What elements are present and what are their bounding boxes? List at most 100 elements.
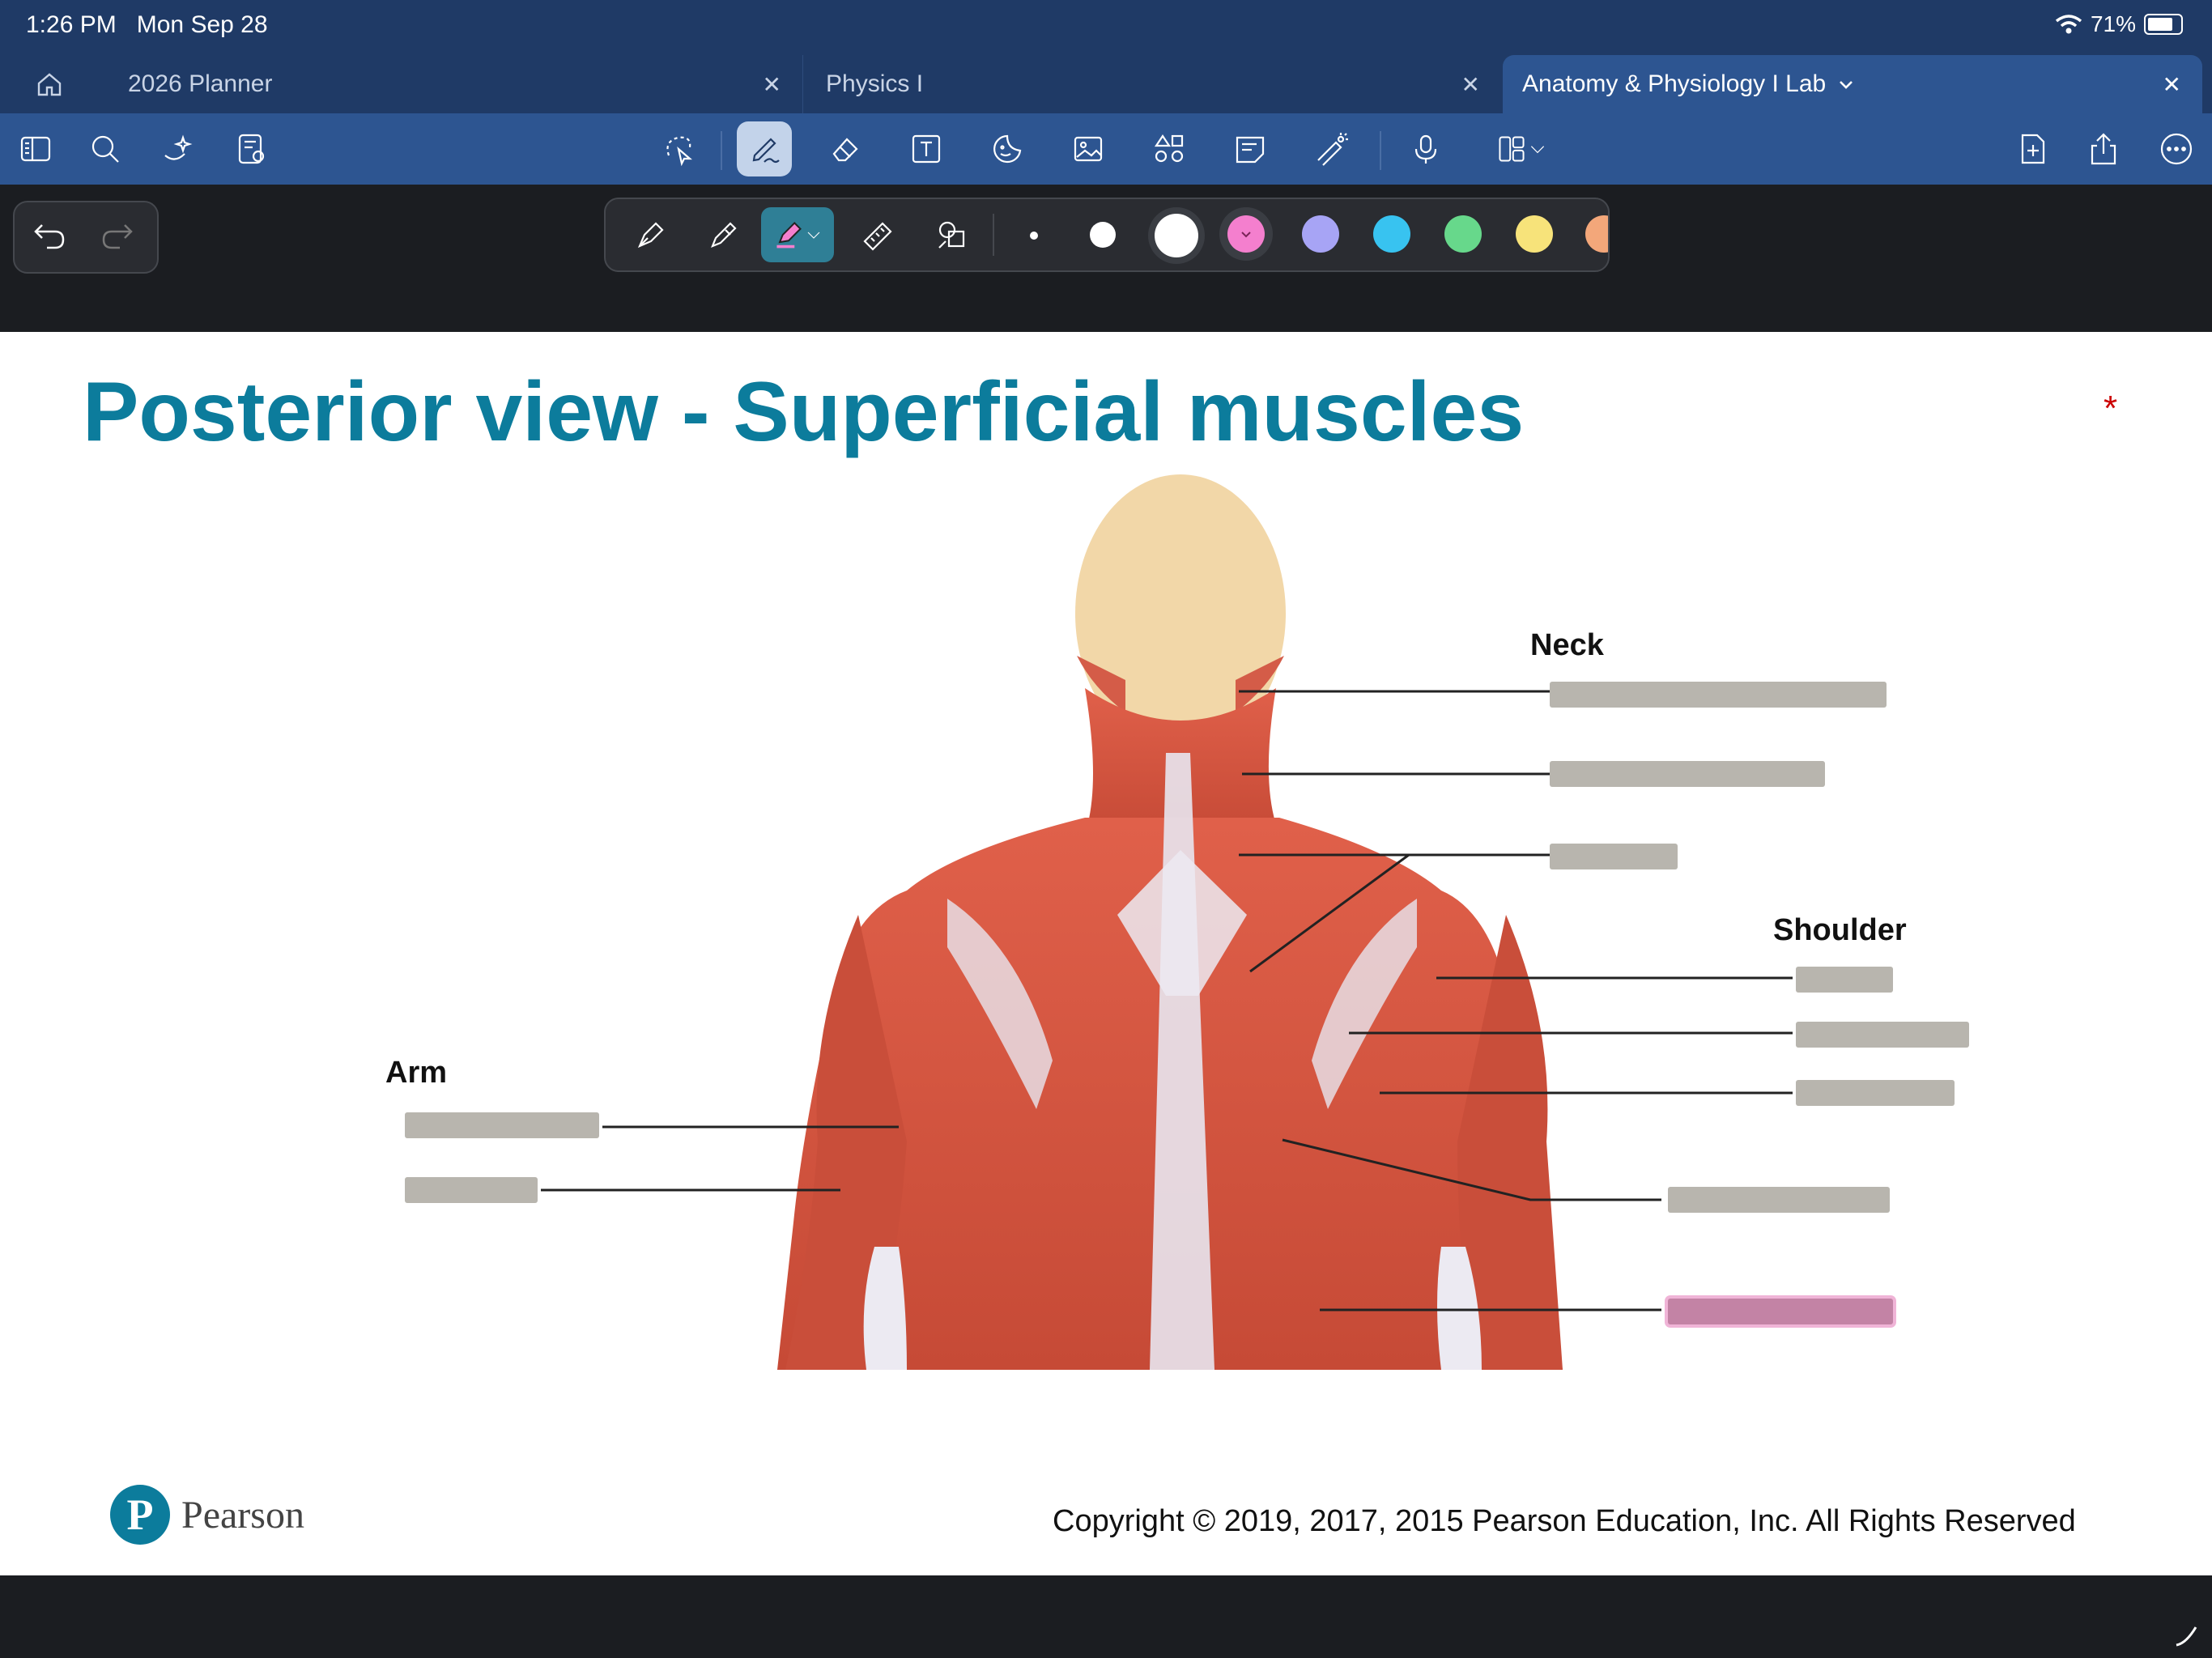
fountain-pen-button[interactable]: [623, 207, 678, 262]
lasso-icon: [666, 136, 692, 167]
undo-button[interactable]: [31, 217, 71, 257]
size-large-selected[interactable]: [1148, 207, 1205, 264]
shapes-icon: [1154, 134, 1184, 163]
more-button[interactable]: [2149, 121, 2204, 176]
size-medium[interactable]: [1090, 222, 1116, 248]
pearson-logo: P Pearson: [110, 1485, 304, 1545]
color-green[interactable]: [1444, 215, 1482, 253]
sticker-icon: [993, 134, 1022, 164]
tab-bar: 2026 Planner ✕ Physics I ✕ Anatomy & Phy…: [0, 52, 2212, 113]
more-tools-button[interactable]: [1485, 121, 1558, 176]
shape-tool-button[interactable]: [925, 207, 980, 262]
pen-options-area: [0, 185, 2212, 332]
tab-label: Anatomy & Physiology I Lab: [1522, 70, 1827, 97]
battery-percent: 71%: [2090, 11, 2136, 36]
highlighter-button[interactable]: [761, 207, 834, 262]
ball-pen-button[interactable]: [696, 207, 751, 262]
fountain-pen-icon: [637, 222, 664, 249]
chevron-down-icon[interactable]: [1837, 75, 1855, 93]
highlighter-icon: [776, 222, 802, 249]
undo-redo-group: [13, 201, 159, 274]
page-settings-button[interactable]: [223, 121, 279, 176]
add-page-button[interactable]: [2005, 121, 2060, 176]
slide-page[interactable]: Posterior view - Superficial muscles * N…: [0, 332, 2212, 1575]
sticky-note-button[interactable]: [1223, 121, 1278, 176]
home-icon: [37, 73, 62, 96]
close-icon[interactable]: ✕: [1461, 71, 1480, 98]
tab-label: 2026 Planner: [128, 70, 273, 97]
sidebar-icon: [20, 136, 51, 162]
share-button[interactable]: [2076, 121, 2131, 176]
undo-icon: [34, 224, 65, 249]
pearson-wordmark: Pearson: [181, 1493, 304, 1537]
shape-tool-icon: [938, 221, 965, 249]
tab-physics-i[interactable]: Physics I ✕: [803, 55, 1501, 113]
text-button[interactable]: [899, 121, 954, 176]
share-icon: [2091, 133, 2116, 165]
color-yellow[interactable]: [1516, 215, 1553, 253]
status-right: 71%: [2055, 11, 2183, 37]
search-button[interactable]: [78, 121, 133, 176]
answer-box[interactable]: [1796, 1080, 1955, 1106]
home-tab[interactable]: [0, 55, 99, 113]
bottom-bar: [0, 1575, 2212, 1658]
pen-button[interactable]: [737, 121, 792, 176]
answer-box[interactable]: [405, 1112, 599, 1138]
answer-box[interactable]: [1796, 967, 1893, 993]
color-cyan[interactable]: [1373, 215, 1410, 253]
add-page-icon: [2021, 134, 2045, 164]
sidebar-button[interactable]: [8, 121, 63, 176]
laser-pointer-button[interactable]: [1304, 121, 1359, 176]
eraser-button[interactable]: [818, 121, 873, 176]
region-label-arm: Arm: [385, 1056, 448, 1090]
size-small[interactable]: [1030, 232, 1038, 240]
copyright-text: Copyright © 2019, 2017, 2015 Pearson Edu…: [1053, 1504, 2076, 1538]
color-pink-selected[interactable]: [1219, 207, 1273, 261]
laser-pointer-icon: [1317, 133, 1348, 166]
ruler-icon: [863, 222, 892, 251]
answer-box[interactable]: [1796, 1022, 1969, 1048]
status-bar: 1:26 PM Mon Sep 28 71%: [0, 0, 2212, 52]
chevron-down-icon: [1530, 146, 1545, 154]
image-icon: [1074, 136, 1103, 162]
answer-box[interactable]: [1550, 844, 1678, 869]
main-toolbar: [0, 113, 2212, 185]
battery-icon: [2144, 14, 2183, 35]
shapes-button[interactable]: [1142, 121, 1197, 176]
eraser-icon: [832, 138, 858, 162]
answer-box[interactable]: [1668, 1187, 1890, 1213]
ai-sparkle-icon: [164, 134, 193, 160]
pen-icon: [752, 138, 780, 164]
answer-box[interactable]: [405, 1177, 538, 1203]
wifi-icon: [2055, 15, 2082, 34]
more-tools-icon: [1499, 136, 1525, 162]
sticker-button[interactable]: [980, 121, 1035, 176]
ruler-button[interactable]: [850, 207, 905, 262]
tab-2026-planner[interactable]: 2026 Planner ✕: [99, 55, 803, 113]
tab-anatomy-physiology[interactable]: Anatomy & Physiology I Lab ✕: [1503, 55, 2202, 113]
color-lavender[interactable]: [1302, 215, 1339, 253]
ball-pen-icon: [711, 222, 737, 248]
muscle-illustration: [541, 474, 1793, 1370]
search-icon: [91, 135, 119, 163]
redo-button[interactable]: [99, 217, 139, 257]
region-label-neck: Neck: [1530, 628, 1604, 662]
color-peach[interactable]: [1585, 215, 1608, 253]
pen-toolbar: [604, 198, 1610, 272]
pearson-p-icon: P: [110, 1485, 170, 1545]
microphone-button[interactable]: [1399, 121, 1454, 176]
close-icon[interactable]: ✕: [763, 71, 781, 98]
lasso-button[interactable]: [651, 121, 706, 176]
scribble-icon[interactable]: [2172, 1621, 2201, 1650]
answer-box[interactable]: [1550, 761, 1825, 787]
status-time: 1:26 PM Mon Sep 28: [26, 11, 268, 38]
answer-box[interactable]: [1550, 682, 1887, 708]
highlighted-answer-box[interactable]: [1668, 1299, 1893, 1324]
tab-label: Physics I: [826, 70, 924, 97]
redo-icon: [102, 224, 133, 249]
more-icon: [2160, 133, 2193, 165]
close-icon[interactable]: ✕: [2163, 71, 2181, 98]
image-button[interactable]: [1061, 121, 1116, 176]
microphone-icon: [1414, 134, 1437, 164]
ai-button[interactable]: [151, 121, 206, 176]
